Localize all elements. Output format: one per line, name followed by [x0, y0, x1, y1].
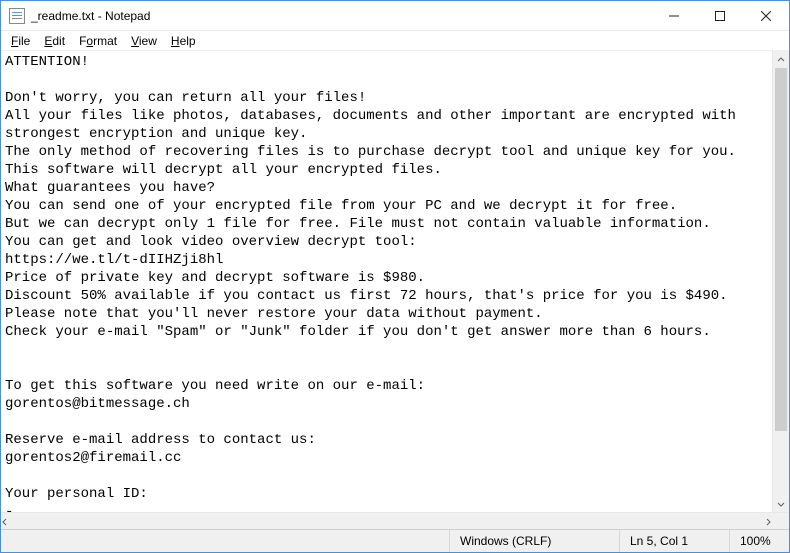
- minimize-button[interactable]: [651, 1, 697, 30]
- title-bar: _readme.txt - Notepad: [1, 1, 789, 31]
- text-area[interactable]: ATTENTION! Don't worry, you can return a…: [1, 51, 772, 512]
- menu-view[interactable]: View: [125, 33, 163, 49]
- notepad-icon: [9, 8, 25, 24]
- scroll-down-icon[interactable]: [773, 495, 789, 512]
- scroll-thumb-vertical[interactable]: [775, 68, 787, 431]
- scroll-track-vertical[interactable]: [773, 68, 789, 495]
- menu-format[interactable]: Format: [73, 33, 123, 49]
- menu-help[interactable]: Help: [165, 33, 202, 49]
- window-title: _readme.txt - Notepad: [31, 9, 651, 23]
- menu-file[interactable]: File: [5, 33, 36, 49]
- status-position: Ln 5, Col 1: [619, 530, 729, 552]
- scroll-right-icon[interactable]: [764, 513, 772, 530]
- vertical-scrollbar[interactable]: [772, 51, 789, 512]
- status-encoding: Windows (CRLF): [449, 530, 619, 552]
- status-spacer: [1, 530, 449, 552]
- menu-bar: File Edit Format View Help: [1, 31, 789, 51]
- scroll-track-horizontal[interactable]: [9, 513, 764, 529]
- window-controls: [651, 1, 789, 30]
- scroll-up-icon[interactable]: [773, 51, 789, 68]
- menu-edit[interactable]: Edit: [38, 33, 71, 49]
- close-button[interactable]: [743, 1, 789, 30]
- horizontal-scrollbar[interactable]: [1, 513, 772, 529]
- scroll-left-icon[interactable]: [1, 513, 9, 530]
- maximize-button[interactable]: [697, 1, 743, 30]
- status-bar: Windows (CRLF) Ln 5, Col 1 100%: [1, 529, 789, 552]
- scroll-corner: [772, 513, 789, 529]
- editor-wrap: ATTENTION! Don't worry, you can return a…: [1, 51, 789, 512]
- status-zoom: 100%: [729, 530, 789, 552]
- horizontal-scroll-row: [1, 512, 789, 529]
